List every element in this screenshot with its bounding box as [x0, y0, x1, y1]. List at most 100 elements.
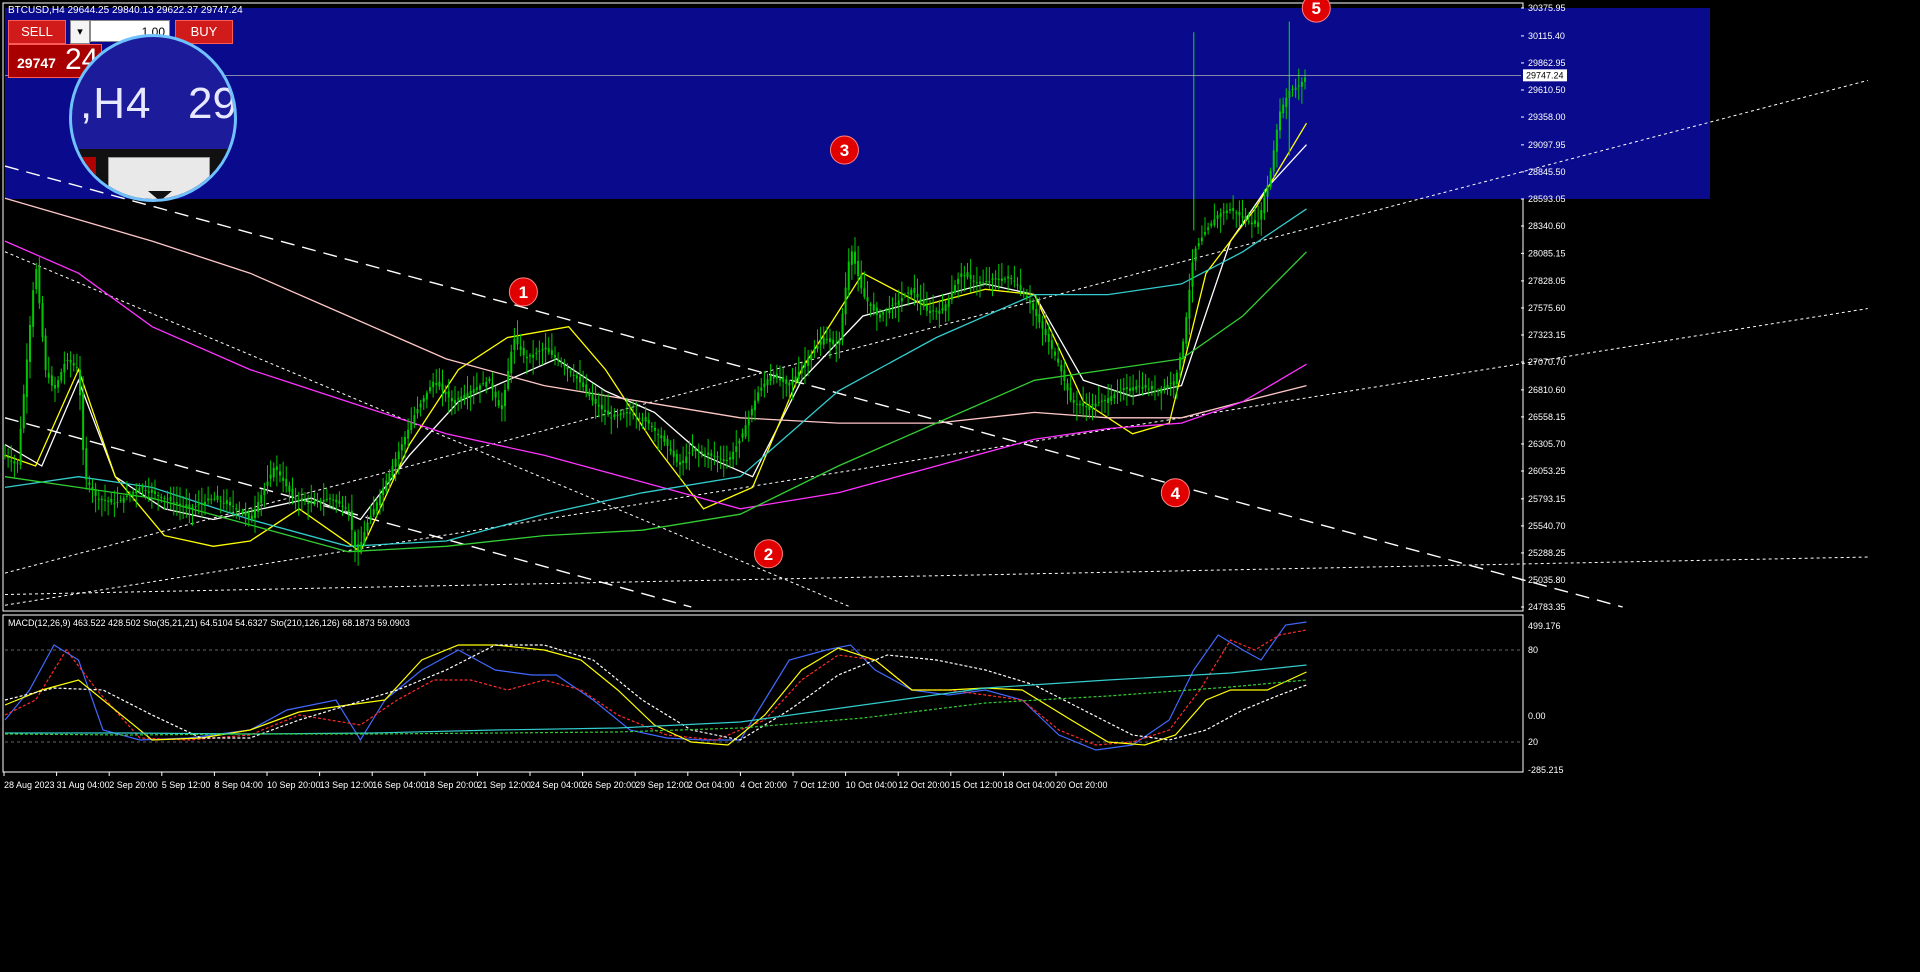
candle-body: [1022, 292, 1025, 294]
candle-body: [541, 349, 544, 351]
candle-body: [313, 501, 316, 503]
candle-body: [316, 500, 319, 502]
candle-body: [850, 251, 853, 265]
candle-body: [588, 391, 591, 397]
price-chart[interactable]: 30375.95 30115.40 29862.95 29610.50 29358.00…: [0, 0, 1920, 967]
candle-body: [847, 261, 850, 290]
sell-button[interactable]: SELL: [8, 20, 66, 44]
candle-body: [1210, 223, 1213, 226]
candle-body: [338, 500, 341, 504]
candle-body: [582, 382, 585, 387]
candle-body: [1075, 403, 1078, 405]
candle-body: [1054, 351, 1057, 356]
candle-body: [697, 450, 700, 453]
resistance-zone: [5, 8, 1710, 199]
lot-dropdown-icon[interactable]: ▾: [70, 20, 90, 44]
candle-body: [497, 400, 500, 406]
price-axis-label: 26305.70: [1528, 439, 1566, 449]
candle-body: [1150, 385, 1153, 390]
candle-body: [1169, 383, 1172, 385]
candle-body: [675, 454, 678, 463]
sell-price-main: 29747: [17, 55, 56, 71]
price-axis-label: 29097.95: [1528, 140, 1566, 150]
candle-body: [747, 417, 750, 426]
candle-body: [44, 335, 47, 371]
candle-body: [1041, 321, 1044, 329]
candle-body: [1116, 391, 1119, 393]
candle-body: [679, 462, 682, 465]
candle-body: [1247, 221, 1250, 223]
candle-body: [485, 381, 488, 387]
candle-body: [57, 380, 60, 388]
magnifier-arrow-icon: [148, 191, 172, 199]
date-axis-label: 21 Sep 12:00: [477, 780, 531, 790]
candle-body: [822, 337, 825, 345]
candle-body: [885, 310, 888, 312]
candle-body: [600, 404, 603, 410]
candle-body: [810, 354, 813, 360]
candle-body: [954, 285, 957, 293]
price-axis-label: 29862.95: [1528, 58, 1566, 68]
candle-body: [13, 461, 16, 464]
candle-body: [185, 504, 188, 508]
candle-body: [991, 278, 994, 281]
candle-body: [300, 498, 303, 501]
price-axis-label: 27323.15: [1528, 330, 1566, 340]
candle-body: [1257, 222, 1260, 227]
candle-body: [760, 387, 763, 391]
candle-body: [716, 456, 719, 458]
candle-body: [7, 456, 10, 458]
candle-body: [1119, 390, 1122, 392]
candle-body: [341, 505, 344, 507]
candle-body: [525, 356, 528, 359]
candle-body: [547, 348, 550, 353]
candle-body: [197, 504, 200, 506]
candle-body: [110, 498, 113, 503]
candle-body: [410, 422, 413, 430]
candle-body: [204, 501, 207, 506]
candle-body: [1260, 210, 1263, 220]
candle-body: [494, 391, 497, 398]
candle-body: [41, 303, 44, 338]
candle-body: [369, 515, 372, 520]
chart-window[interactable]: 30375.95 30115.40 29862.95 29610.50 29358.00…: [0, 0, 1920, 967]
candle-body: [394, 458, 397, 467]
candle-body: [510, 351, 513, 374]
price-axis-label: 27070.70: [1528, 357, 1566, 367]
candle-body: [35, 269, 38, 290]
candle-body: [829, 338, 832, 343]
candle-body: [191, 507, 194, 509]
candle-body: [163, 498, 166, 500]
candle-body: [663, 435, 666, 442]
candle-body: [1241, 216, 1244, 218]
candle-body: [579, 376, 582, 383]
date-axis-label: 12 Oct 20:00: [898, 780, 950, 790]
candle-body: [1104, 399, 1107, 401]
candle-body: [585, 384, 588, 392]
candle-body: [16, 462, 19, 464]
candle-body: [279, 471, 282, 476]
candle-body: [1079, 403, 1082, 405]
candle-body: [1147, 388, 1150, 390]
candle-body: [591, 395, 594, 401]
candle-body: [754, 400, 757, 411]
candle-body: [116, 502, 119, 504]
candle-body: [913, 288, 916, 293]
candle-body: [310, 500, 313, 504]
candle-body: [363, 531, 366, 544]
candle-body: [475, 387, 478, 390]
candle-body: [157, 494, 160, 496]
candle-body: [282, 477, 285, 481]
candle-body: [1232, 208, 1235, 211]
candle-body: [307, 502, 310, 504]
candle-body: [1172, 381, 1175, 386]
candle-body: [838, 339, 841, 345]
candle-body: [729, 457, 732, 460]
candle-body: [1166, 384, 1169, 389]
candle-body: [472, 389, 475, 393]
price-axis-label: 28845.50: [1528, 167, 1566, 177]
date-axis-label: 10 Oct 04:00: [846, 780, 898, 790]
price-axis-label: 30115.40: [1528, 31, 1565, 41]
candle-body: [435, 383, 438, 385]
candle-body: [144, 489, 147, 492]
